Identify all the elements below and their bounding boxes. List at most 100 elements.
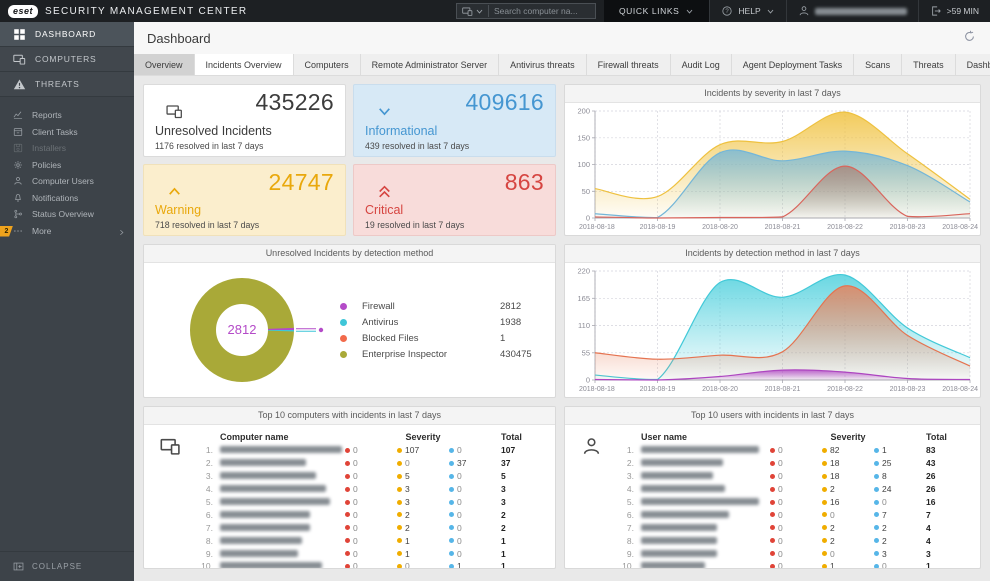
collapse-button[interactable]: COLLAPSE bbox=[0, 551, 134, 581]
tab-agent-deployment-tasks[interactable]: Agent Deployment Tasks bbox=[732, 54, 855, 75]
total-count: 1 bbox=[926, 561, 931, 569]
sidebar-item-computer-users[interactable]: Computer Users bbox=[0, 173, 134, 190]
tab-remote-administrator-server[interactable]: Remote Administrator Server bbox=[361, 54, 500, 75]
stat-card-label: Critical bbox=[365, 203, 404, 217]
total-count: 83 bbox=[926, 445, 936, 456]
table-row[interactable]: 1. 0 107 0 107 bbox=[196, 444, 547, 457]
sidebar-item-status-overview[interactable]: Status Overview bbox=[0, 206, 134, 223]
tab-overview[interactable]: Overview bbox=[134, 54, 195, 75]
refresh-icon bbox=[963, 30, 976, 43]
tab-audit-log[interactable]: Audit Log bbox=[671, 54, 732, 75]
more-icon bbox=[14, 230, 22, 232]
severity-count-informational: 0 bbox=[449, 523, 501, 533]
sidebar-item-installers[interactable]: Installers bbox=[0, 140, 134, 157]
table-row[interactable]: 10. 0 0 1 1 bbox=[196, 560, 547, 568]
table-row[interactable]: 6. 0 0 7 7 bbox=[617, 508, 972, 521]
legend-item-enterprise-inspector[interactable]: Enterprise Inspector 430475 bbox=[340, 346, 541, 362]
legend-item-firewall[interactable]: Firewall 2812 bbox=[340, 298, 541, 314]
tab-threats[interactable]: Threats bbox=[902, 54, 956, 75]
app-title: SECURITY MANAGEMENT CENTER bbox=[45, 5, 248, 17]
help-label: HELP bbox=[738, 6, 761, 16]
table-row[interactable]: 1. 0 82 1 83 bbox=[617, 444, 972, 457]
severity-count-informational: 0 bbox=[874, 497, 926, 507]
total-count: 7 bbox=[926, 509, 931, 520]
table-row[interactable]: 6. 0 2 0 2 bbox=[196, 508, 547, 521]
help-button[interactable]: ? HELP bbox=[709, 0, 785, 22]
sidebar-item-reports[interactable]: Reports bbox=[0, 107, 134, 124]
sidebar-item-label: Notifications bbox=[32, 192, 79, 203]
sidebar-item-notifications[interactable]: Notifications bbox=[0, 190, 134, 207]
tab-scans[interactable]: Scans bbox=[854, 54, 903, 75]
total-count: 37 bbox=[501, 458, 511, 469]
stat-card-informational[interactable]: 409616 Informational 439 resolved in last … bbox=[353, 84, 556, 157]
table-row[interactable]: 2. 0 0 37 37 bbox=[196, 457, 547, 470]
severity-count-warning: 1 bbox=[822, 561, 874, 568]
stat-card-warning[interactable]: 24747 Warning 718 resolved in last 7 days bbox=[143, 163, 346, 236]
page-header: Dashboard bbox=[134, 22, 990, 54]
stat-card-unresolved-incidents[interactable]: 435226 Unresolved Incidents 1176 resolved … bbox=[143, 84, 346, 157]
severity-count-critical: 0 bbox=[770, 458, 822, 468]
table-row[interactable]: 5. 0 3 0 3 bbox=[196, 496, 547, 509]
tab-computers[interactable]: Computers bbox=[294, 54, 361, 75]
search-input[interactable] bbox=[487, 5, 590, 17]
svg-text:2018-08-23: 2018-08-23 bbox=[890, 386, 926, 393]
grid-icon bbox=[14, 28, 25, 40]
sidebar-item-dashboard[interactable]: DASHBOARD bbox=[0, 22, 134, 47]
table-row[interactable]: 8. 0 2 2 4 bbox=[617, 534, 972, 547]
main-content: Dashboard Overview Incidents Overview Comp… bbox=[134, 22, 990, 581]
svg-text:150: 150 bbox=[577, 133, 590, 142]
legend-value: 430475 bbox=[500, 348, 532, 360]
page-title: Dashboard bbox=[147, 30, 211, 46]
chevron-down-icon[interactable] bbox=[475, 7, 484, 16]
sidebar-item-more[interactable]: 2 More bbox=[0, 223, 134, 240]
sidebar-item-threats[interactable]: THREATS bbox=[0, 72, 134, 97]
table-row[interactable]: 7. 0 2 2 4 bbox=[617, 521, 972, 534]
severity-count-critical: 0 bbox=[770, 471, 822, 481]
table-row[interactable]: 9. 0 0 3 3 bbox=[617, 547, 972, 560]
session-timer[interactable]: >59 MIN bbox=[917, 0, 990, 22]
table-row[interactable]: 2. 0 18 25 43 bbox=[617, 457, 972, 470]
user-menu[interactable] bbox=[785, 0, 918, 22]
sidebar-item-computers[interactable]: COMPUTERS bbox=[0, 47, 134, 72]
quick-links-button[interactable]: QUICK LINKS bbox=[603, 0, 710, 22]
legend-item-blocked-files[interactable]: Blocked Files 1 bbox=[340, 330, 541, 346]
tab-firewall-threats[interactable]: Firewall threats bbox=[587, 54, 671, 75]
severity-count-informational: 25 bbox=[874, 458, 926, 468]
tab-incidents-overview[interactable]: Incidents Overview bbox=[194, 54, 294, 75]
tab-dashboard[interactable]: Dashboard bbox=[956, 54, 990, 75]
table-row[interactable]: 7. 0 2 0 2 bbox=[196, 521, 547, 534]
table-row[interactable]: 5. 0 16 0 16 bbox=[617, 496, 972, 509]
severity-count-warning: 107 bbox=[397, 445, 449, 455]
panel-incidents-by-detection: Incidents by detection method in last 7 … bbox=[564, 244, 981, 398]
chevron-right-icon bbox=[117, 226, 126, 235]
computer-search-icon bbox=[462, 6, 473, 17]
table-row[interactable]: 3. 0 18 8 26 bbox=[617, 470, 972, 483]
table-row[interactable]: 4. 0 2 24 26 bbox=[617, 483, 972, 496]
sidebar-item-label: Reports bbox=[32, 110, 62, 121]
installer-icon bbox=[13, 144, 23, 153]
legend-item-antivirus[interactable]: Antivirus 1938 bbox=[340, 314, 541, 330]
table-row[interactable]: 3. 0 5 0 5 bbox=[196, 470, 547, 483]
username-redacted bbox=[814, 7, 907, 15]
sidebar-item-client-tasks[interactable]: Client Tasks bbox=[0, 124, 134, 141]
chevron-down-icon bbox=[687, 9, 693, 14]
refresh-button[interactable] bbox=[961, 30, 977, 46]
sidebar-item-label: Client Tasks bbox=[32, 126, 78, 137]
severity-count-warning: 3 bbox=[397, 497, 449, 507]
table-row[interactable]: 8. 0 1 0 1 bbox=[196, 534, 547, 547]
rank: 10. bbox=[622, 561, 634, 569]
total-count: 2 bbox=[501, 522, 506, 533]
table-row[interactable]: 4. 0 3 0 3 bbox=[196, 483, 547, 496]
table-row[interactable]: 10. 0 1 0 1 bbox=[617, 560, 972, 569]
table-row[interactable]: 9. 0 1 0 1 bbox=[196, 547, 547, 560]
total-count: 43 bbox=[926, 458, 936, 469]
severity-count-informational: 0 bbox=[449, 445, 501, 455]
stat-card-value: 409616 bbox=[465, 89, 544, 115]
chevron-down-icon bbox=[476, 9, 483, 14]
sidebar-item-policies[interactable]: Policies bbox=[0, 157, 134, 174]
stat-card-critical[interactable]: 863 Critical 19 resolved in last 7 days bbox=[353, 163, 556, 236]
severity-count-warning: 2 bbox=[822, 523, 874, 533]
sidebar-item-label: More bbox=[32, 225, 52, 236]
rank: 2. bbox=[626, 458, 634, 469]
tab-antivirus-threats[interactable]: Antivirus threats bbox=[499, 54, 587, 75]
